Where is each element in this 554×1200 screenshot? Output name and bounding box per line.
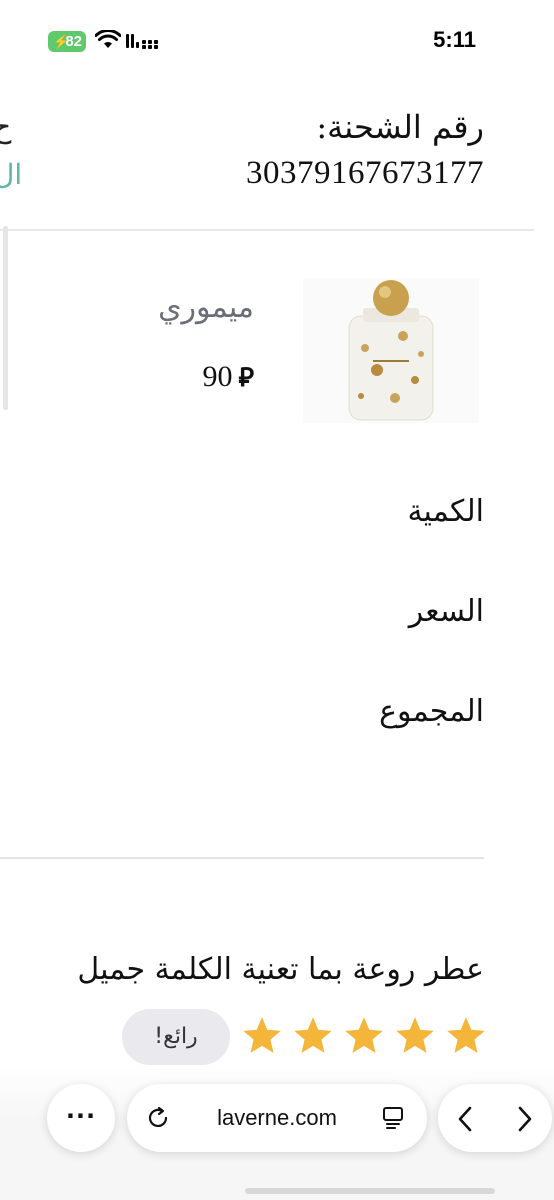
star-icon — [294, 1017, 332, 1053]
star-icon — [447, 1017, 485, 1053]
rating-badge: رائع! — [122, 1009, 230, 1065]
forward-icon[interactable] — [516, 1106, 534, 1132]
product-image[interactable] — [303, 278, 479, 423]
more-icon: ··· — [65, 1102, 97, 1130]
price-value: 90 — [202, 360, 233, 393]
clock: 5:11 — [433, 27, 476, 52]
review-text: عطر روعة بما تعنية الكلمة جميل — [77, 952, 484, 987]
scroll-edge-bar — [3, 226, 8, 410]
divider — [0, 229, 534, 231]
price-label: السعر — [408, 594, 484, 629]
shipment-number: 30379167673177 — [246, 155, 484, 191]
navigation-controls — [438, 1084, 552, 1152]
riyal-icon: ⃁ — [238, 363, 254, 393]
home-indicator — [245, 1188, 495, 1194]
signal-icon — [126, 34, 158, 49]
star-icon — [345, 1017, 383, 1053]
back-icon[interactable] — [456, 1106, 474, 1132]
address-bar[interactable]: laverne.com — [127, 1084, 427, 1152]
product-name[interactable]: ميموري — [158, 290, 254, 325]
wifi-icon — [95, 30, 121, 48]
star-rating — [240, 1014, 488, 1058]
product-price: 90 ⃁ — [203, 360, 254, 394]
shipment-number-label: رقم الشحنة: — [316, 108, 484, 146]
star-icon — [243, 1017, 281, 1053]
charging-bolt-icon: ⚡ — [53, 34, 70, 49]
divider — [0, 857, 484, 859]
offscreen-label: ح — [0, 110, 12, 145]
status-bar: ⚡ 82 5:11 — [0, 0, 554, 84]
total-label: المجموع — [379, 694, 484, 729]
battery-indicator: ⚡ 82 — [48, 31, 86, 52]
more-button[interactable]: ··· — [47, 1084, 115, 1152]
quantity-label: الكمية — [407, 494, 484, 529]
star-icon — [396, 1017, 434, 1053]
reader-mode-icon[interactable] — [381, 1106, 405, 1130]
offscreen-link[interactable]: ال — [0, 158, 22, 191]
